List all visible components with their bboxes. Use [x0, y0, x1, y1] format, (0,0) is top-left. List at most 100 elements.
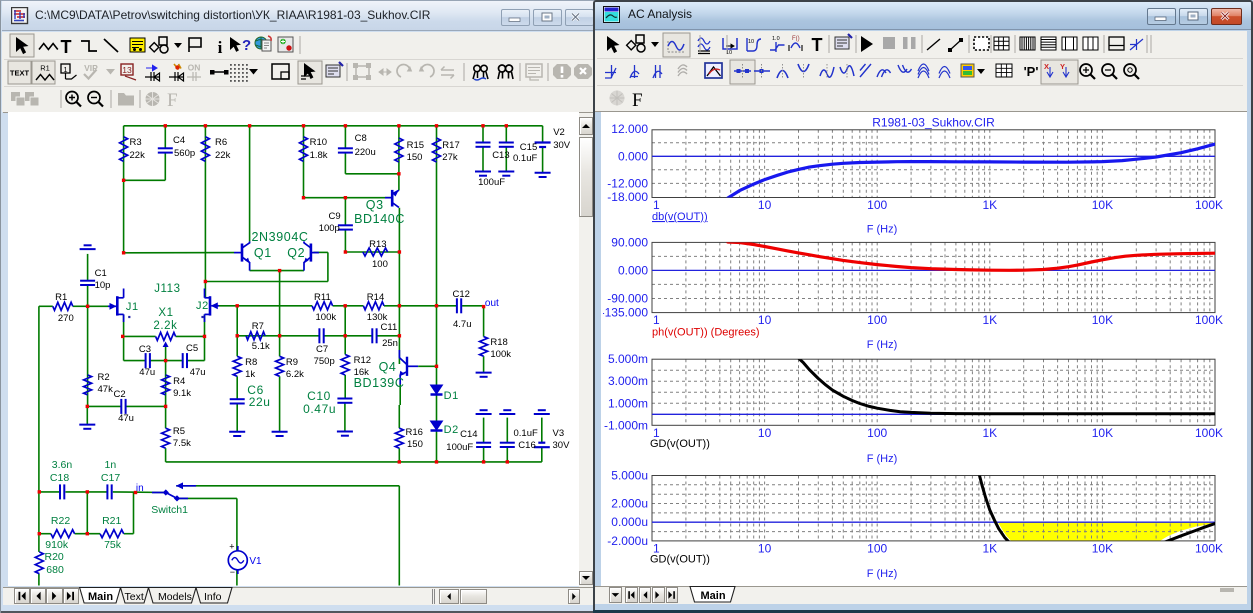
- svg-text:1: 1: [653, 198, 660, 212]
- svg-text:T: T: [61, 37, 72, 57]
- svg-text:910k: 910k: [45, 539, 69, 551]
- svg-text:X: X: [1044, 62, 1049, 71]
- svg-text:1K: 1K: [982, 426, 997, 440]
- svg-text:1k: 1k: [245, 369, 255, 380]
- svg-text:R5: R5: [173, 426, 185, 437]
- svg-text:R3: R3: [130, 137, 142, 148]
- svg-text:F: F: [632, 90, 643, 111]
- svg-text:C9: C9: [329, 211, 341, 222]
- svg-text:ph(v(OUT)) (Degrees): ph(v(OUT)) (Degrees): [652, 327, 760, 339]
- svg-text:C15: C15: [520, 142, 537, 153]
- svg-text:100: 100: [867, 198, 887, 212]
- svg-text:10: 10: [748, 39, 754, 45]
- svg-text:10K: 10K: [1092, 198, 1113, 212]
- svg-text:75k: 75k: [104, 539, 122, 551]
- svg-text:Q2: Q2: [287, 246, 305, 260]
- svg-text:C4: C4: [173, 135, 185, 146]
- svg-text:D1: D1: [444, 390, 459, 402]
- svg-text:6.2k: 6.2k: [286, 369, 304, 380]
- svg-text:90.000: 90.000: [611, 235, 648, 249]
- svg-text:100K: 100K: [1195, 198, 1223, 212]
- svg-text:C11: C11: [381, 322, 398, 333]
- svg-text:R12: R12: [354, 355, 371, 366]
- svg-text:-90.000: -90.000: [607, 291, 648, 305]
- svg-text:10: 10: [758, 541, 772, 555]
- svg-text:F (Hz): F (Hz): [867, 453, 898, 465]
- svg-text:GD(v(OUT)): GD(v(OUT)): [650, 554, 710, 566]
- svg-text:47u: 47u: [139, 367, 155, 378]
- svg-text:47k: 47k: [98, 384, 114, 395]
- svg-text:Q3: Q3: [366, 198, 384, 212]
- svg-text:100k: 100k: [316, 312, 337, 323]
- svg-text:'P': 'P': [1024, 64, 1039, 79]
- svg-text:Text: Text: [125, 591, 144, 603]
- svg-text:100K: 100K: [1195, 426, 1223, 440]
- svg-text:R17: R17: [442, 140, 459, 151]
- svg-text:R8: R8: [245, 357, 257, 368]
- svg-text:i: i: [218, 38, 223, 57]
- svg-text:R2: R2: [98, 372, 110, 383]
- svg-text:270: 270: [58, 313, 74, 324]
- svg-text:-2.000u: -2.000u: [607, 534, 648, 548]
- svg-text:R1981-03_Sukhov.CIR: R1981-03_Sukhov.CIR: [872, 116, 995, 130]
- svg-text:1: 1: [653, 313, 660, 327]
- svg-text:30V: 30V: [553, 140, 571, 151]
- svg-text:2.000u: 2.000u: [611, 497, 648, 511]
- svg-text:V1: V1: [249, 556, 262, 567]
- svg-text:D2: D2: [444, 424, 459, 436]
- svg-text:100K: 100K: [1195, 313, 1223, 327]
- svg-text:1K: 1K: [982, 541, 997, 555]
- svg-text:GD(v(OUT)): GD(v(OUT)): [650, 438, 710, 450]
- svg-text:C17: C17: [101, 472, 120, 484]
- svg-text:22u: 22u: [249, 395, 271, 409]
- svg-text:−: −: [230, 567, 235, 577]
- svg-text:C1: C1: [95, 268, 107, 279]
- svg-text:C10: C10: [307, 389, 331, 403]
- svg-text:R4: R4: [173, 376, 185, 387]
- svg-text:9.1k: 9.1k: [173, 388, 191, 399]
- svg-text:0.000u: 0.000u: [611, 515, 648, 529]
- svg-text:R15: R15: [407, 140, 424, 151]
- svg-text:R20: R20: [45, 551, 64, 563]
- svg-text:R7: R7: [252, 321, 264, 332]
- svg-text:R1: R1: [40, 64, 50, 73]
- svg-text:Y: Y: [1060, 62, 1065, 71]
- svg-text:100k: 100k: [490, 349, 511, 360]
- svg-text:-135.000: -135.000: [603, 306, 648, 320]
- svg-text:22k: 22k: [215, 150, 231, 161]
- svg-text:F (Hz): F (Hz): [867, 568, 898, 580]
- svg-text:C5: C5: [186, 343, 198, 354]
- svg-text:47u: 47u: [190, 367, 206, 378]
- svg-text:Info: Info: [204, 591, 222, 603]
- svg-text:R18: R18: [490, 337, 507, 348]
- svg-text:150: 150: [407, 152, 423, 163]
- svg-text:0.47u: 0.47u: [303, 402, 336, 416]
- svg-text:750p: 750p: [314, 356, 335, 367]
- svg-text:Q1: Q1: [254, 246, 272, 260]
- svg-text:1.0: 1.0: [772, 36, 780, 42]
- svg-text:C16: C16: [518, 440, 535, 451]
- svg-text:220u: 220u: [355, 147, 376, 158]
- svg-text:Switch1: Switch1: [151, 504, 188, 516]
- svg-text:12.000: 12.000: [611, 122, 648, 136]
- svg-text:13: 13: [122, 65, 132, 75]
- svg-text:5.1k: 5.1k: [252, 341, 270, 352]
- svg-text:10K: 10K: [1092, 426, 1113, 440]
- svg-text:100uF: 100uF: [478, 177, 505, 188]
- svg-text:F: F: [167, 90, 178, 111]
- svg-text:BD139C: BD139C: [354, 376, 405, 390]
- svg-text:BD140C: BD140C: [354, 212, 405, 226]
- svg-text:F (Hz): F (Hz): [867, 339, 898, 351]
- svg-text:10: 10: [758, 198, 772, 212]
- svg-text:3.000m: 3.000m: [608, 374, 648, 388]
- svg-text:-18.000: -18.000: [607, 190, 648, 204]
- svg-text:100: 100: [867, 313, 887, 327]
- svg-text:100K: 100K: [1195, 541, 1223, 555]
- svg-text:C8: C8: [355, 133, 367, 144]
- svg-text:Q4: Q4: [379, 360, 397, 374]
- svg-text:R6: R6: [215, 137, 227, 148]
- svg-text:150: 150: [407, 439, 423, 450]
- svg-text:7.5k: 7.5k: [173, 438, 191, 449]
- svg-text:J2: J2: [196, 300, 209, 312]
- svg-text:-1.000m: -1.000m: [604, 418, 648, 432]
